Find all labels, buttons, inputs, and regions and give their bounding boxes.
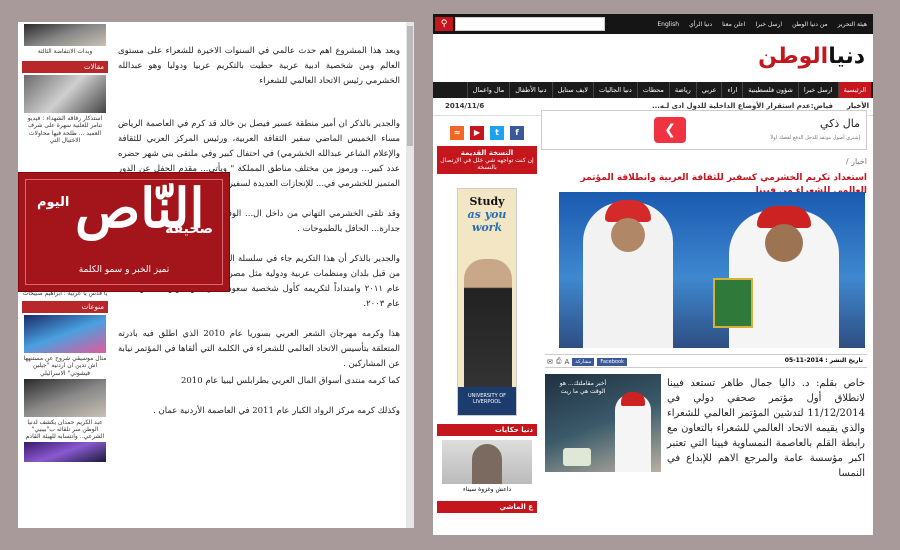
sidebar-caption[interactable]: وبدات الانتفاضة الثالثة — [22, 48, 108, 55]
inline-ad[interactable]: أخبر مقاملتك... هو الوقت هي ما ريت — [545, 374, 661, 472]
brand-row: دنياالوطن — [433, 34, 873, 82]
photo-person-left — [583, 200, 673, 348]
old-version-box[interactable]: النسخة القديمة إن كنت تواجهه شي خلل في ا… — [437, 146, 537, 174]
ad-title: مال ذكي — [819, 117, 860, 130]
logo-paper: صحيفة — [165, 221, 213, 237]
nav-business[interactable]: مال واعمال — [466, 82, 510, 98]
toplink-editorial[interactable]: هيئة التحرير — [838, 21, 867, 28]
nav-communities[interactable]: دنيا الجاليات — [593, 82, 637, 98]
toplink-opinion[interactable]: دنيا الرأي — [689, 21, 712, 28]
share-buttons: ✉ ⎙ A مشاركة Facebook — [547, 357, 627, 366]
nav-sports[interactable]: رياضة — [668, 82, 696, 98]
email-icon[interactable]: ✉ — [547, 358, 553, 366]
ad-banner[interactable]: ❮ مال ذكي إشتري أصول موثقة للدخل الدفع ل… — [541, 110, 867, 150]
section-header-misc: منوعات — [22, 301, 108, 314]
article-body: خاص بقلم: د. داليا جمال طاهر تستعد فيينا… — [667, 378, 865, 479]
university-logo: UNIVERSITY OF LIVERPOOL — [458, 387, 516, 415]
thumbnail-image[interactable] — [24, 378, 106, 417]
nav-lifestyle[interactable]: لايف ستايل — [551, 82, 593, 98]
ad-subtitle: إشتري أصول موثقة للدخل الدفع لقصك اولاً — [770, 135, 860, 141]
study-line: as you — [467, 208, 507, 221]
sidebar-caption[interactable]: استذكار رفاقه الشهداء : فيديو تنامر للعل… — [22, 115, 108, 144]
story-thumbnail[interactable] — [442, 440, 532, 484]
search-input[interactable] — [455, 17, 605, 31]
ticker-label: الأخبار — [846, 102, 869, 110]
ad-person-image — [464, 259, 512, 387]
top-bar: ⚲ هيئة التحرير من دنيا الوطن ارسل خبرا ا… — [433, 14, 873, 34]
section-header-articles: مقالات — [22, 61, 108, 74]
toplink-about[interactable]: من دنيا الوطن — [792, 21, 828, 28]
thumbnail-image[interactable] — [24, 315, 106, 354]
site-logo[interactable]: دنياالوطن — [758, 44, 866, 69]
study-line: Study — [469, 195, 505, 208]
article-photo — [559, 192, 865, 348]
section-header-next: ع الماشي — [437, 501, 537, 513]
toplink-send-news[interactable]: ارسل خبرا — [756, 21, 783, 28]
search-icon: ⚲ — [440, 19, 448, 29]
paragraph: هذا وكرمه مهرجان الشعر العربي بسوريا عام… — [118, 329, 400, 369]
logo-slogan: تميز الخبر و سمو الكلمة — [78, 265, 170, 275]
nav-kids[interactable]: دنيا الأطفال — [509, 82, 551, 98]
old-version-sub: إن كنت تواجهه شي خلل في الإرتصال بالنسخة — [440, 157, 534, 171]
thumbnail-image[interactable] — [24, 75, 106, 114]
alnas-logo: اليوم النّاص صحيفة تميز الخبر و سمو الكل… — [18, 172, 230, 292]
old-version-title: النسخة القديمة — [460, 149, 514, 157]
ticker-text[interactable]: فياض:عدم استقرار الأوضاع الداخلية للدول … — [652, 102, 833, 110]
article-meta: تاريخ النشر : 2014-11-05 ✉ ⎙ A مشاركة Fa… — [545, 354, 867, 368]
nav-opinions[interactable]: اراء — [721, 82, 742, 98]
facebook-icon[interactable]: f — [510, 126, 524, 140]
nav-send-news[interactable]: ارسل خبرا — [797, 82, 838, 98]
chevron-left-icon[interactable]: ❮ — [654, 117, 686, 143]
study-line: work — [471, 221, 503, 234]
social-links: ≈ ▶ t f — [437, 126, 537, 140]
nav-home[interactable]: الرئيسية — [837, 82, 871, 98]
sidebar-caption[interactable]: عبد الكريم حمدان يكشف لدنيا الوطن سر تلق… — [22, 419, 108, 441]
study-ad-text: Study as you work — [458, 189, 516, 234]
youtube-icon[interactable]: ▶ — [470, 126, 484, 140]
nav-stations[interactable]: محطات — [636, 82, 669, 98]
nav-arab[interactable]: عربي — [695, 82, 722, 98]
logo-part-a: دنيا — [828, 44, 866, 69]
share-button[interactable]: مشاركة — [572, 357, 595, 366]
publish-date: تاريخ النشر : 2014-11-05 — [784, 357, 863, 364]
news-site-panel: ⚲ هيئة التحرير من دنيا الوطن ارسل خبرا ا… — [433, 14, 873, 535]
thumbnail-image[interactable] — [24, 24, 106, 46]
font-size-icon[interactable]: A — [564, 358, 569, 366]
inline-ad-text: أخبر مقاملتك... هو الوقت هي ما ريت — [559, 380, 607, 395]
thumbnail-image[interactable] — [24, 442, 106, 463]
search-button[interactable]: ⚲ — [435, 17, 453, 31]
scrollbar[interactable] — [406, 22, 414, 528]
sidebar-caption[interactable]: مثال موسيقي شروح عن مستنهها اش تدين ان ا… — [22, 355, 108, 377]
print-icon[interactable]: ⎙ — [556, 357, 562, 366]
twitter-icon[interactable]: t — [490, 126, 504, 140]
ticker-date: 2014/11/6 — [445, 102, 485, 110]
ad-logo — [563, 448, 591, 466]
ad-person-image — [615, 392, 651, 472]
logo-today: اليوم — [37, 195, 70, 210]
top-links: هيئة التحرير من دنيا الوطن ارسل خبرا اعل… — [657, 14, 867, 34]
nav-palestine[interactable]: شؤون فلسطينية — [742, 82, 798, 98]
paragraph: وكذلك كرمه مركز الرواد الكبار عام 2011 ف… — [153, 406, 400, 416]
breadcrumb[interactable]: اخبار / — [846, 157, 867, 166]
award-plaque — [713, 278, 753, 328]
story-caption[interactable]: داعش وغزوة سيناء — [437, 486, 537, 493]
facebook-share-button[interactable]: Facebook — [597, 357, 627, 366]
logo-part-b: الوطن — [758, 44, 829, 69]
toplink-advertise[interactable]: اعلن معنا — [722, 21, 745, 28]
rss-icon[interactable]: ≈ — [450, 126, 464, 140]
paragraph: ويعد هذا المشروع اهم حدث عالمي في السنوا… — [118, 46, 400, 86]
toplink-english[interactable]: English — [657, 21, 679, 28]
study-ad-banner[interactable]: Study as you work UNIVERSITY OF LIVERPOO… — [457, 188, 517, 416]
paragraph: كما كرمه منتدى أسواق المال العربي بطرابل… — [180, 376, 400, 386]
right-sidebar: ≈ ▶ t f النسخة القديمة إن كنت تواجهه شي … — [437, 126, 537, 513]
section-header-stories: دنيا حكايات — [437, 424, 537, 436]
main-nav: الرئيسية ارسل خبرا شؤون فلسطينية اراء عر… — [433, 82, 873, 98]
scrollbar-thumb[interactable] — [407, 26, 413, 146]
